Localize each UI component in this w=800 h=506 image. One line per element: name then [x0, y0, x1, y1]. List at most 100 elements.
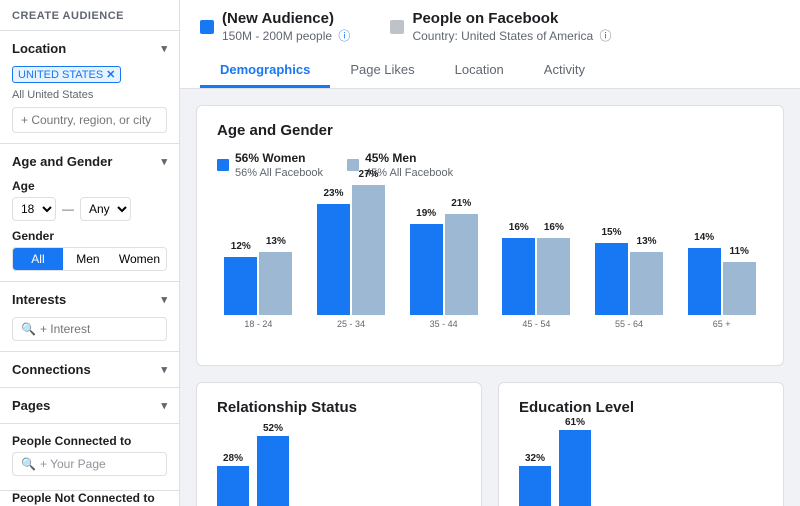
gender-all-button[interactable]: All	[13, 248, 63, 270]
united-states-tag[interactable]: UNITED STATES ✕	[12, 66, 121, 83]
connections-section-header[interactable]: Connections ▾	[0, 352, 179, 387]
relationship-bars: 28% 52%	[217, 426, 461, 506]
sidebar-header: CREATE AUDIENCE	[0, 0, 179, 31]
tag-remove-icon[interactable]: ✕	[106, 68, 115, 81]
rel-bar-28: 28%	[217, 453, 249, 506]
age-gender-label: Age and Gender	[12, 154, 112, 169]
women-bar: 15%	[595, 243, 628, 315]
legend-women: 56% Women 56% All Facebook	[217, 151, 323, 179]
bar-group-55-64: 15%13%55 - 64	[588, 189, 671, 329]
women-bar: 12%	[224, 257, 257, 315]
location-section-content: UNITED STATES ✕ All United States	[0, 66, 179, 143]
rel-pct-28: 28%	[223, 453, 243, 464]
connections-label: Connections	[12, 362, 91, 377]
bar-group-45-54: 16%16%45 - 54	[495, 189, 578, 329]
men-bar: 21%	[445, 214, 478, 315]
facebook-audience-info: People on Facebook Country: United State…	[390, 10, 611, 44]
location-chevron-icon: ▾	[161, 42, 167, 55]
connected-placeholder: + Your Page	[40, 457, 106, 471]
connected-input-box[interactable]: 🔍 + Your Page	[12, 452, 167, 476]
men-bar: 13%	[630, 252, 663, 315]
age-gender-section-header[interactable]: Age and Gender ▾	[0, 144, 179, 179]
location-input[interactable]	[12, 107, 167, 133]
sidebar-section-not-connected: People Not Connected to 🔍 + Your Page	[0, 491, 179, 506]
age-gender-chart-card: Age and Gender 56% Women 56% All Faceboo…	[196, 105, 784, 366]
women-bar: 16%	[502, 238, 535, 315]
rel-bar-col-52	[257, 436, 289, 506]
location-tags: UNITED STATES ✕	[12, 66, 167, 83]
location-section-header[interactable]: Location ▾	[0, 31, 179, 66]
edu-bar-61: 61%	[559, 417, 591, 506]
edu-bar-col-61	[559, 430, 591, 506]
sidebar-section-age-gender: Age and Gender ▾ Age 18 — Any Gender All…	[0, 144, 179, 282]
age-gender-content: Age 18 — Any Gender All Men Women	[0, 179, 179, 281]
sidebar-section-pages: Pages ▾	[0, 388, 179, 424]
connected-content: People Connected to 🔍 + Your Page	[0, 424, 179, 490]
sidebar-section-interests: Interests ▾ 🔍	[0, 282, 179, 352]
not-connected-label: People Not Connected to	[12, 491, 167, 505]
new-audience-details: (New Audience) 150M - 200M people ⓘ	[222, 10, 350, 44]
sidebar-section-connected: People Connected to 🔍 + Your Page	[0, 424, 179, 491]
chart-legend: 56% Women 56% All Facebook 45% Men 45% A…	[217, 151, 763, 179]
tab-location[interactable]: Location	[435, 54, 524, 88]
men-bar: 11%	[723, 262, 756, 315]
interests-input[interactable]	[40, 322, 158, 336]
sidebar: CREATE AUDIENCE Location ▾ UNITED STATES…	[0, 0, 180, 506]
location-label: Location	[12, 41, 66, 56]
interests-section-header[interactable]: Interests ▾	[0, 282, 179, 317]
men-bar: 27%	[352, 185, 385, 315]
women-bar: 14%	[688, 248, 721, 315]
edu-pct-32: 32%	[525, 453, 545, 464]
interests-chevron-icon: ▾	[161, 293, 167, 306]
education-bars: 32% 61%	[519, 426, 763, 506]
audience-top: (New Audience) 150M - 200M people ⓘ Peop…	[200, 10, 780, 44]
women-bar: 19%	[410, 224, 443, 315]
age-from-select[interactable]: 18	[12, 197, 56, 221]
facebook-audience-details: People on Facebook Country: United State…	[412, 10, 611, 44]
new-audience-size: 150M - 200M people ⓘ	[222, 27, 350, 44]
interests-search-icon: 🔍	[21, 322, 36, 336]
women-bar: 23%	[317, 204, 350, 315]
men-bar: 16%	[537, 238, 570, 315]
edu-pct-61: 61%	[565, 417, 585, 428]
sidebar-section-location: Location ▾ UNITED STATES ✕ All United St…	[0, 31, 179, 144]
legend-women-color	[217, 159, 229, 171]
facebook-color-swatch	[390, 20, 404, 34]
pages-section-header[interactable]: Pages ▾	[0, 388, 179, 423]
all-us-text: All United States	[12, 89, 167, 101]
pages-chevron-icon: ▾	[161, 399, 167, 412]
bar-group-18-24: 12%13%18 - 24	[217, 189, 300, 329]
education-chart-title: Education Level	[519, 399, 763, 416]
main-tabs: Demographics Page Likes Location Activit…	[200, 54, 780, 88]
legend-men-color	[347, 159, 359, 171]
gender-women-button[interactable]: Women	[113, 248, 166, 270]
men-bar: 13%	[259, 252, 292, 315]
connections-chevron-icon: ▾	[161, 363, 167, 376]
legend-women-pct: 56% Women	[235, 151, 305, 165]
age-dash: —	[62, 202, 74, 216]
tab-activity[interactable]: Activity	[524, 54, 605, 88]
main-content: (New Audience) 150M - 200M people ⓘ Peop…	[180, 0, 800, 506]
edu-bar-col-32	[519, 466, 551, 506]
gender-men-button[interactable]: Men	[63, 248, 113, 270]
content-area: Age and Gender 56% Women 56% All Faceboo…	[180, 89, 800, 506]
age-to-select[interactable]: Any	[80, 197, 131, 221]
bar-group-25-34: 23%27%25 - 34	[310, 189, 393, 329]
gender-buttons: All Men Women	[12, 247, 167, 271]
sidebar-section-connections: Connections ▾	[0, 352, 179, 388]
age-gender-chevron-icon: ▾	[161, 155, 167, 168]
facebook-audience-country: Country: United States of America ⓘ	[412, 27, 611, 44]
audience-header: (New Audience) 150M - 200M people ⓘ Peop…	[180, 0, 800, 89]
interests-label: Interests	[12, 292, 66, 307]
facebook-audience-title: People on Facebook	[412, 10, 611, 27]
relationship-chart-title: Relationship Status	[217, 399, 461, 416]
relationship-chart-card: Relationship Status 28% 52%	[196, 382, 482, 506]
interests-search-box[interactable]: 🔍	[12, 317, 167, 341]
tab-demographics[interactable]: Demographics	[200, 54, 330, 88]
bar-group-65+: 14%11%65 +	[680, 189, 763, 329]
bottom-cards: Relationship Status 28% 52% Education Le…	[196, 382, 784, 506]
tab-page-likes[interactable]: Page Likes	[330, 54, 434, 88]
legend-men-pct: 45% Men	[365, 151, 416, 165]
education-chart-card: Education Level 32% 61%	[498, 382, 784, 506]
new-audience-info: (New Audience) 150M - 200M people ⓘ	[200, 10, 350, 44]
